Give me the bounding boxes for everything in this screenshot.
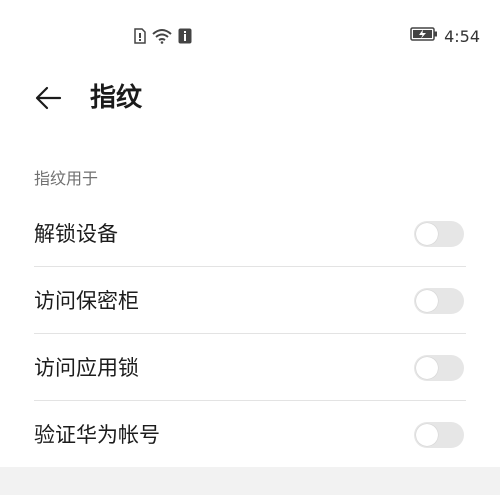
status-time: 4:54 bbox=[444, 26, 480, 46]
list-item-label: 访问应用锁 bbox=[34, 356, 139, 380]
unlock-device-toggle[interactable] bbox=[414, 221, 464, 247]
list-item-unlock-device[interactable]: 解锁设备 bbox=[0, 200, 500, 267]
toggle-knob bbox=[416, 223, 438, 245]
list-item-app-lock[interactable]: 访问应用锁 bbox=[0, 334, 500, 401]
bottom-divider-strip bbox=[0, 467, 500, 495]
list-item-label: 访问保密柜 bbox=[34, 289, 139, 313]
list-item-label: 解锁设备 bbox=[34, 222, 118, 246]
section-label: 指纹用于 bbox=[34, 169, 99, 188]
status-bar: 4:54 bbox=[0, 0, 500, 72]
list-item-huawei-id[interactable]: 验证华为帐号 bbox=[0, 401, 500, 468]
arrow-left-icon bbox=[35, 86, 62, 110]
list-item-label: 验证华为帐号 bbox=[34, 423, 160, 447]
status-icons bbox=[134, 28, 192, 48]
status-right: 4:54 bbox=[410, 26, 480, 46]
toggle-knob bbox=[416, 357, 438, 379]
back-button[interactable] bbox=[30, 80, 68, 116]
huawei-id-toggle[interactable] bbox=[414, 422, 464, 448]
page-title: 指纹 bbox=[90, 83, 143, 113]
wifi-icon bbox=[152, 28, 172, 48]
sim-icon bbox=[134, 28, 146, 48]
notification-icon bbox=[178, 28, 192, 48]
list-item-safe[interactable]: 访问保密柜 bbox=[0, 267, 500, 334]
app-lock-toggle[interactable] bbox=[414, 355, 464, 381]
settings-list: 解锁设备 访问保密柜 访问应用锁 验证华为帐号 bbox=[0, 200, 500, 468]
safe-toggle[interactable] bbox=[414, 288, 464, 314]
toggle-knob bbox=[416, 424, 438, 446]
page-header: 指纹 bbox=[0, 72, 500, 124]
battery-charging-icon bbox=[410, 26, 438, 46]
toggle-knob bbox=[416, 290, 438, 312]
